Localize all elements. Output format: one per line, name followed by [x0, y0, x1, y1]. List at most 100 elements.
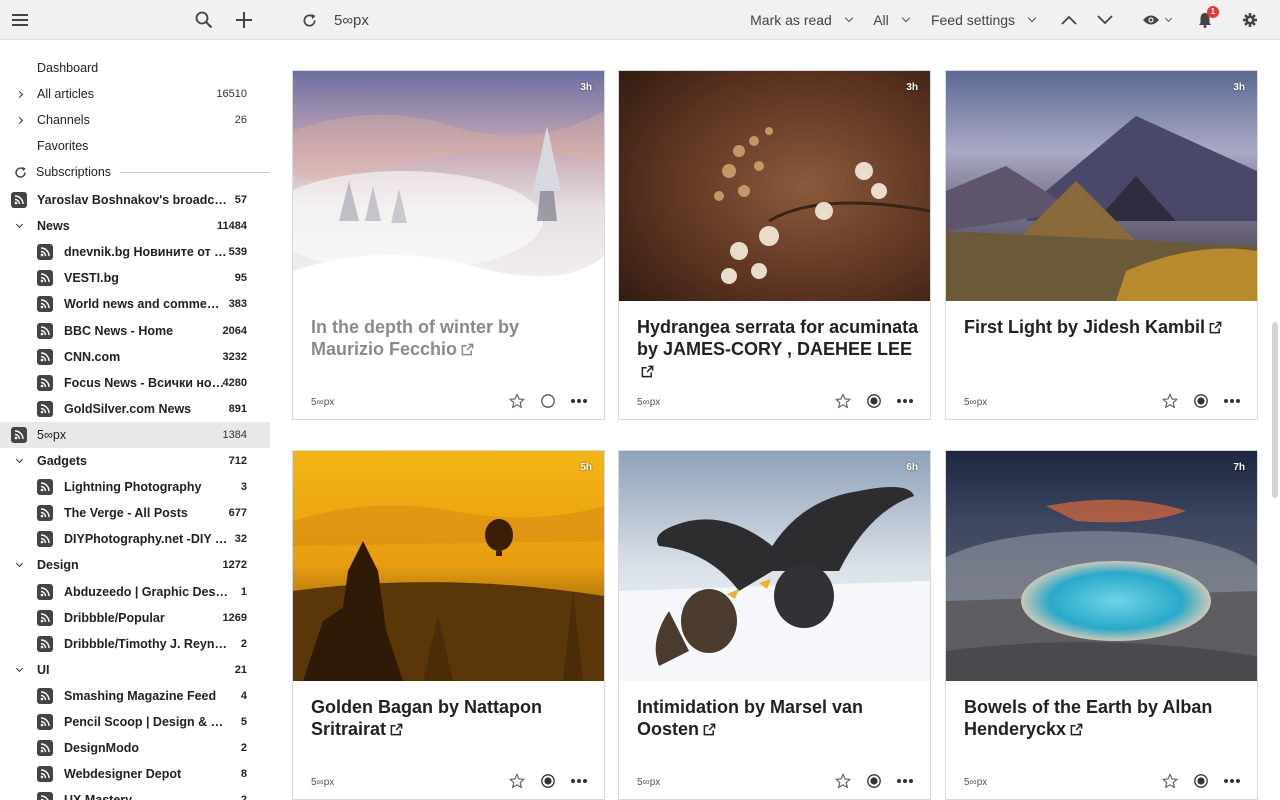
sidebar-folder[interactable]: Gadgets 712	[0, 448, 270, 474]
add-subscription-icon[interactable]	[232, 0, 256, 40]
sidebar-item-dashboard[interactable]: Dashboard	[0, 55, 270, 81]
chevron-down-icon[interactable]	[14, 221, 24, 231]
article-image[interactable]	[619, 71, 930, 301]
feed-settings-dropdown[interactable]: Feed settings	[928, 0, 1038, 40]
more-options-icon[interactable]	[570, 772, 588, 790]
sidebar-item-label: News	[37, 219, 70, 234]
star-icon[interactable]	[834, 392, 852, 410]
chevron-down-icon[interactable]	[14, 560, 24, 570]
mark-read-icon[interactable]	[1192, 392, 1210, 410]
external-link-icon[interactable]	[1070, 723, 1083, 736]
sidebar-item-label: Subscriptions	[36, 165, 112, 179]
mark-read-icon[interactable]	[539, 772, 557, 790]
unread-count: 712	[228, 455, 247, 467]
mark-as-read-label: Mark as read	[750, 12, 832, 28]
article-card[interactable]: 3h First Light by Jidesh Kambil 5∞px	[945, 70, 1258, 420]
sidebar-feed-item[interactable]: Yaroslav Boshnakov's broadc… 57	[0, 187, 270, 213]
sidebar-feed-item[interactable]: Dribbble/Timothy J. Reyn… 2	[0, 631, 270, 657]
mark-read-icon[interactable]	[865, 392, 883, 410]
sidebar-feed-item[interactable]: Abduzeedo | Graphic Des… 1	[0, 579, 270, 605]
article-title-text: Golden Bagan by Nattapon Sritrairat	[311, 697, 543, 739]
previous-article-icon[interactable]	[1058, 0, 1080, 40]
sidebar-feed-item[interactable]: CNN.com 3232	[0, 344, 270, 370]
notifications-button[interactable]: 1	[1194, 0, 1219, 40]
filter-dropdown[interactable]: All	[868, 0, 914, 40]
chevron-down-icon[interactable]	[14, 455, 24, 466]
article-title[interactable]: Bowels of the Earth by Alban Henderyckx	[964, 696, 1249, 740]
article-title[interactable]: Hydrangea serrata for acuminata by JAMES…	[637, 316, 922, 382]
sidebar-feed-item[interactable]: VESTI.bg 95	[0, 265, 270, 291]
sidebar-feed-item[interactable]: Lightning Photography 3	[0, 474, 270, 500]
unread-count: 1269	[222, 611, 247, 624]
more-options-icon[interactable]	[896, 392, 914, 410]
sidebar-feed-item[interactable]: BBC News - Home 2064	[0, 318, 270, 344]
sidebar-folder[interactable]: UI 21	[0, 657, 270, 683]
sidebar-feed-item[interactable]: Focus News - Всички но… 4280	[0, 370, 270, 396]
menu-icon[interactable]	[6, 0, 34, 40]
sidebar-item-label: Dashboard	[37, 61, 99, 75]
sidebar-feed-item[interactable]: Dribbble/Popular 1269	[0, 605, 270, 631]
sidebar-feed-item[interactable]: UX Mastery 2	[0, 787, 270, 800]
more-options-icon[interactable]	[570, 392, 588, 410]
external-link-icon[interactable]	[1209, 321, 1222, 334]
sidebar-item-channels[interactable]: Channels 26	[0, 107, 270, 133]
external-link-icon[interactable]	[641, 365, 654, 378]
sidebar-feed-item[interactable]: Webdesigner Depot 8	[0, 761, 270, 787]
sidebar-feed-item[interactable]: Smashing Magazine Feed 4	[0, 683, 270, 709]
sidebar-feed-item[interactable]: Pencil Scoop | Design & … 5	[0, 709, 270, 735]
article-card[interactable]: 3h Hydrangea serrata for acuminata by JAM…	[618, 70, 931, 420]
article-card[interactable]: 3h In the depth of winter by Maurizio Fec…	[292, 70, 605, 420]
article-card[interactable]: 7h Bowels of the Earth by Alban Henderyck…	[945, 450, 1258, 800]
settings-icon[interactable]	[1239, 0, 1261, 40]
article-image[interactable]	[946, 71, 1257, 301]
star-icon[interactable]	[834, 772, 852, 790]
sidebar-feed-item[interactable]: The Verge - All Posts 677	[0, 500, 270, 526]
external-link-icon[interactable]	[461, 343, 474, 356]
more-options-icon[interactable]	[1223, 392, 1241, 410]
star-icon[interactable]	[1161, 392, 1179, 410]
article-card[interactable]: 6h Intimidation by Marsel van Oosten 5∞px	[618, 450, 931, 800]
star-icon[interactable]	[508, 772, 526, 790]
more-options-icon[interactable]	[896, 772, 914, 790]
mark-read-icon[interactable]	[1192, 772, 1210, 790]
article-title[interactable]: Golden Bagan by Nattapon Sritrairat	[311, 696, 596, 740]
article-title[interactable]: First Light by Jidesh Kambil	[964, 316, 1249, 338]
sidebar-folder[interactable]: News 11484	[0, 213, 270, 239]
sidebar-feed-item[interactable]: dnevnik.bg Новините от … 539	[0, 239, 270, 265]
mark-as-read-dropdown[interactable]: Mark as read	[745, 0, 857, 40]
scrollbar[interactable]	[1272, 322, 1278, 498]
article-image[interactable]	[293, 451, 604, 681]
external-link-icon[interactable]	[703, 723, 716, 736]
sidebar-item-label: Design	[37, 558, 79, 573]
star-icon[interactable]	[508, 392, 526, 410]
view-mode-dropdown[interactable]	[1136, 0, 1176, 40]
sidebar-feed-item[interactable]: DesignModo 2	[0, 735, 270, 761]
mark-unread-icon[interactable]	[539, 392, 557, 410]
article-image[interactable]	[619, 451, 930, 681]
sidebar-folder[interactable]: Design 1272	[0, 552, 270, 578]
sidebar-feed-item[interactable]: DIYPhotography.net -DIY … 32	[0, 526, 270, 552]
refresh-icon[interactable]	[298, 0, 320, 40]
mark-read-icon[interactable]	[865, 772, 883, 790]
sidebar-feed-item[interactable]: GoldSilver.com News 891	[0, 396, 270, 422]
search-icon[interactable]	[192, 0, 216, 40]
chevron-right-icon[interactable]	[14, 115, 24, 125]
article-source: 5∞px	[637, 397, 661, 408]
chevron-right-icon[interactable]	[14, 89, 24, 99]
more-options-icon[interactable]	[1223, 772, 1241, 790]
sidebar-feed-item[interactable]: 5∞px 1384	[0, 421, 270, 448]
external-link-icon[interactable]	[390, 723, 403, 736]
article-image[interactable]	[946, 451, 1257, 681]
chevron-down-icon[interactable]	[14, 664, 24, 675]
sidebar-feed-item[interactable]: World news and comme… 383	[0, 291, 270, 317]
article-card[interactable]: 5h Golden Bagan by Nattapon Sritrairat 5∞p…	[292, 450, 605, 800]
rss-icon	[37, 609, 53, 626]
article-title[interactable]: In the depth of winter by Maurizio Fecch…	[311, 316, 596, 360]
star-icon[interactable]	[1161, 772, 1179, 790]
article-title[interactable]: Intimidation by Marsel van Oosten	[637, 696, 922, 740]
sidebar-item-favorites[interactable]: Favorites	[0, 133, 270, 159]
refresh-subscriptions-icon[interactable]	[13, 165, 27, 179]
next-article-icon[interactable]	[1094, 0, 1116, 40]
sidebar-item-all-articles[interactable]: All articles 16510	[0, 81, 270, 107]
article-image[interactable]	[293, 71, 604, 301]
